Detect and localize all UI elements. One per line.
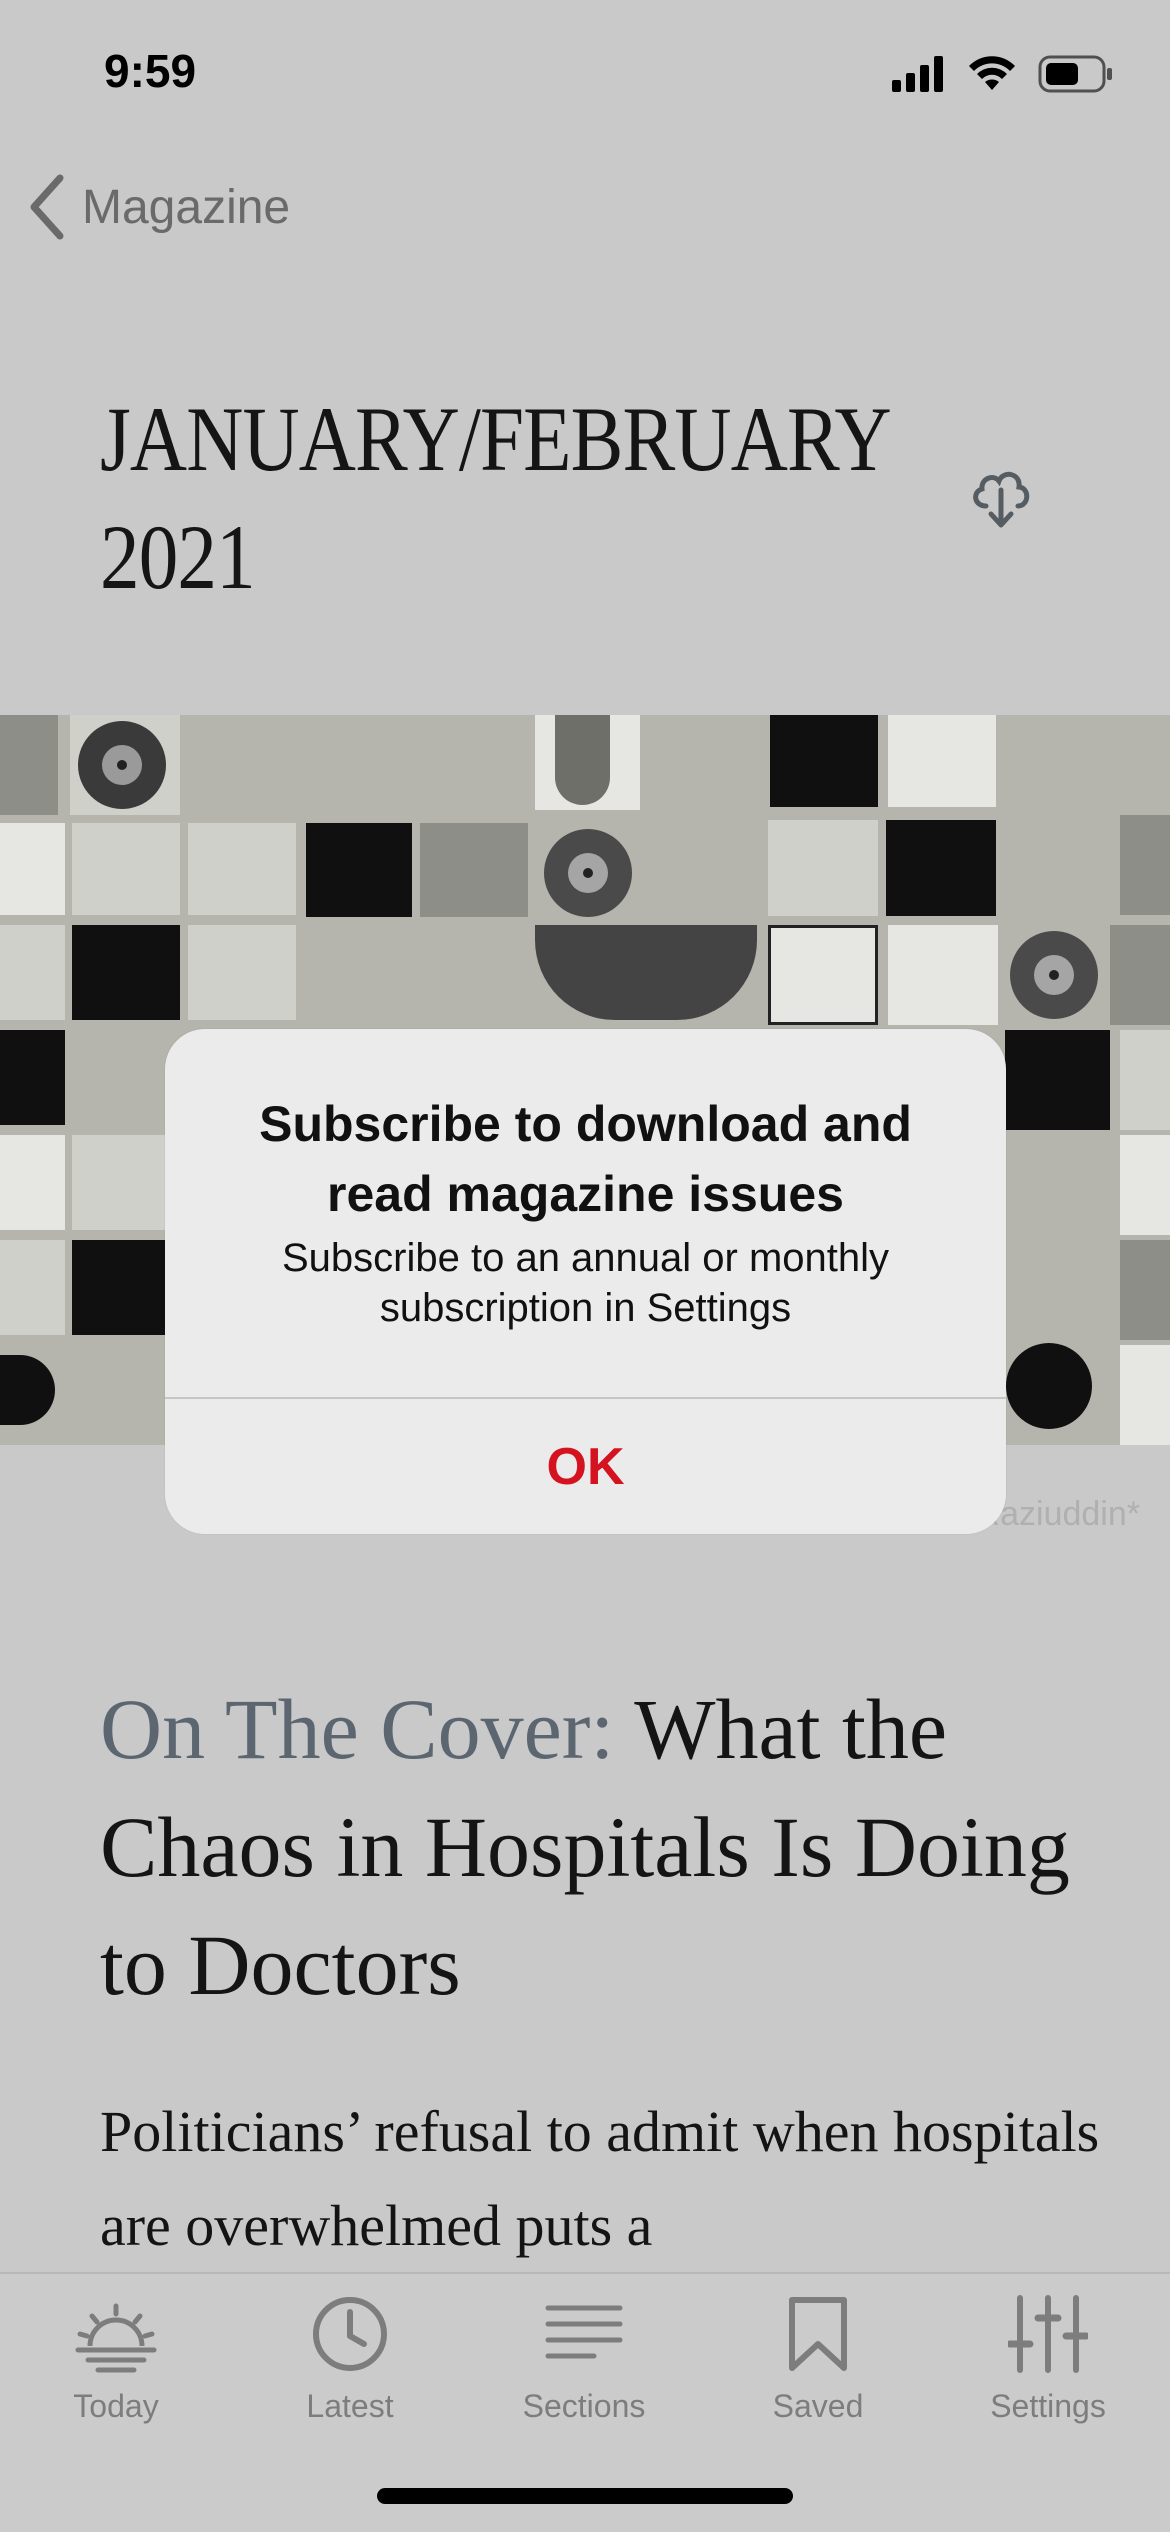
headline-kicker: On The Cover: — [100, 1681, 615, 1777]
wifi-icon — [969, 56, 1015, 90]
tab-today[interactable]: Today — [16, 2294, 216, 2464]
cellular-signal-icon — [892, 56, 943, 92]
subscribe-alert: Subscribe to download and read magazine … — [165, 1029, 1006, 1534]
tab-latest-label: Latest — [306, 2388, 394, 2424]
tab-settings[interactable]: Settings — [948, 2294, 1148, 2464]
alert-ok-button[interactable]: OK — [165, 1399, 1006, 1534]
clock-icon — [313, 2297, 387, 2371]
article-dek: Politicians’ refusal to admit when hospi… — [100, 2099, 1100, 2258]
list-icon — [545, 2305, 623, 2359]
issue-title-line2: 2021 — [100, 506, 256, 608]
chevron-left-icon — [30, 174, 64, 240]
article-headline[interactable]: On The Cover: What the Chaos in Hospital… — [100, 1670, 1100, 2024]
record-disc-icon-2 — [544, 829, 632, 917]
tab-sections[interactable]: Sections — [484, 2294, 684, 2464]
sliders-icon — [1008, 2295, 1088, 2373]
tab-latest[interactable]: Latest — [250, 2294, 450, 2464]
issue-title: JANUARY/FEBRUARY 2021 — [100, 380, 892, 616]
home-indicator[interactable] — [377, 2488, 793, 2504]
record-disc-icon-3 — [1010, 931, 1098, 1019]
tab-today-label: Today — [73, 2388, 159, 2424]
record-disc-icon — [78, 721, 166, 809]
status-icons — [892, 52, 1114, 96]
tab-sections-label: Sections — [522, 2388, 646, 2424]
back-label: Magazine — [82, 180, 291, 234]
battery-icon — [1038, 55, 1112, 93]
tab-settings-label: Settings — [990, 2388, 1106, 2424]
alert-title: Subscribe to download and read magazine … — [259, 1096, 912, 1222]
back-button[interactable]: Magazine — [26, 172, 290, 242]
issue-title-line1: JANUARY/FEBRUARY — [100, 388, 892, 490]
cloud-download-icon[interactable] — [966, 462, 1036, 532]
status-time: 9:59 — [104, 45, 197, 97]
status-bar: 9:59 — [0, 0, 1170, 150]
sunrise-icon — [75, 2303, 157, 2373]
alert-message: Subscribe to an annual or monthly subscr… — [281, 1236, 890, 1330]
tab-saved[interactable]: Saved — [718, 2294, 918, 2464]
bookmark-icon — [789, 2297, 847, 2371]
tab-saved-label: Saved — [772, 2388, 864, 2424]
